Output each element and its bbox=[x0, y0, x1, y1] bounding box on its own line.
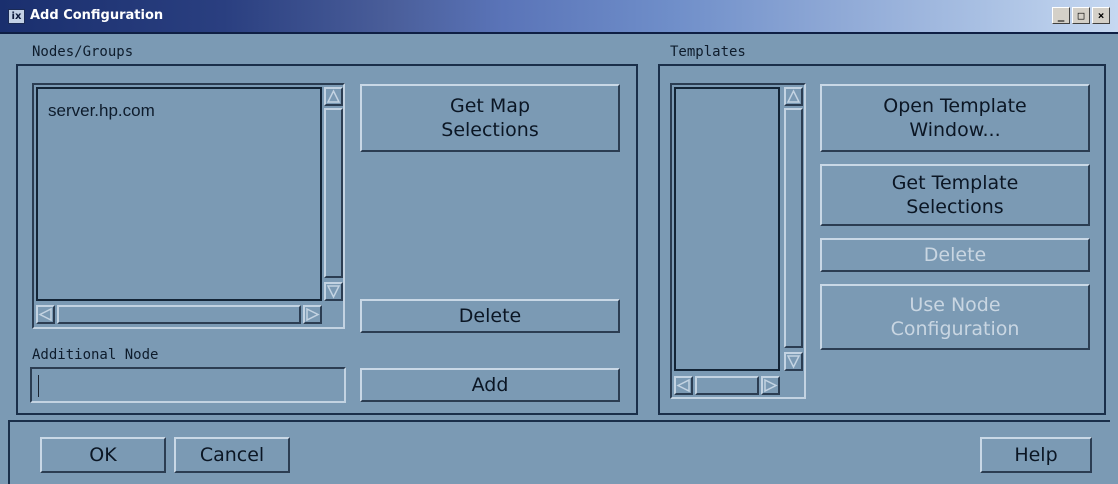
nodes-horizontal-scrollbar[interactable] bbox=[36, 304, 322, 325]
nodes-list-frame: server.hp.com bbox=[32, 83, 345, 329]
minimize-button[interactable]: _ bbox=[1052, 7, 1070, 24]
scroll-right-arrow-icon[interactable] bbox=[303, 305, 322, 324]
open-template-window-button[interactable]: Open Template Window... bbox=[820, 84, 1090, 152]
add-button[interactable]: Add bbox=[360, 368, 620, 402]
templates-delete-button[interactable]: Delete bbox=[820, 238, 1090, 272]
horizontal-scroll-thumb[interactable] bbox=[695, 376, 759, 395]
window-controls: _ □ × bbox=[1052, 7, 1110, 24]
scroll-left-arrow-icon[interactable] bbox=[674, 376, 693, 395]
use-node-configuration-button[interactable]: Use Node Configuration bbox=[820, 284, 1090, 350]
text-caret bbox=[38, 375, 39, 397]
app-icon[interactable]: ix bbox=[8, 9, 25, 24]
nodes-delete-button[interactable]: Delete bbox=[360, 299, 620, 333]
scroll-right-arrow-icon[interactable] bbox=[761, 376, 780, 395]
scroll-down-arrow-icon[interactable] bbox=[324, 282, 343, 301]
title-bar[interactable]: ix Add Configuration _ □ × bbox=[0, 0, 1118, 34]
templates-list-frame bbox=[670, 83, 806, 399]
scroll-up-arrow-icon[interactable] bbox=[324, 87, 343, 106]
nodes-list[interactable]: server.hp.com bbox=[36, 87, 322, 301]
scroll-left-arrow-icon[interactable] bbox=[36, 305, 55, 324]
nodes-vertical-scrollbar[interactable] bbox=[324, 87, 343, 301]
vertical-scroll-thumb[interactable] bbox=[324, 108, 343, 278]
additional-node-field[interactable] bbox=[30, 367, 346, 403]
vertical-scroll-thumb[interactable] bbox=[784, 108, 803, 348]
cancel-button[interactable]: Cancel bbox=[174, 437, 290, 473]
templates-vertical-scrollbar[interactable] bbox=[784, 87, 803, 371]
get-template-selections-button[interactable]: Get Template Selections bbox=[820, 164, 1090, 226]
help-button[interactable]: Help bbox=[980, 437, 1092, 473]
nodes-groups-label: Nodes/Groups bbox=[32, 44, 134, 60]
horizontal-scroll-thumb[interactable] bbox=[57, 305, 301, 324]
templates-list[interactable] bbox=[674, 87, 780, 371]
templates-label: Templates bbox=[670, 44, 746, 60]
additional-node-label: Additional Node bbox=[32, 347, 159, 363]
templates-horizontal-scrollbar[interactable] bbox=[674, 375, 780, 396]
list-item[interactable]: server.hp.com bbox=[48, 101, 155, 121]
window-title: Add Configuration bbox=[30, 8, 164, 23]
get-map-selections-button[interactable]: Get Map Selections bbox=[360, 84, 620, 152]
scroll-up-arrow-icon[interactable] bbox=[784, 87, 803, 106]
close-button[interactable]: × bbox=[1092, 7, 1110, 24]
ok-button[interactable]: OK bbox=[40, 437, 166, 473]
maximize-button[interactable]: □ bbox=[1072, 7, 1090, 24]
scroll-down-arrow-icon[interactable] bbox=[784, 352, 803, 371]
